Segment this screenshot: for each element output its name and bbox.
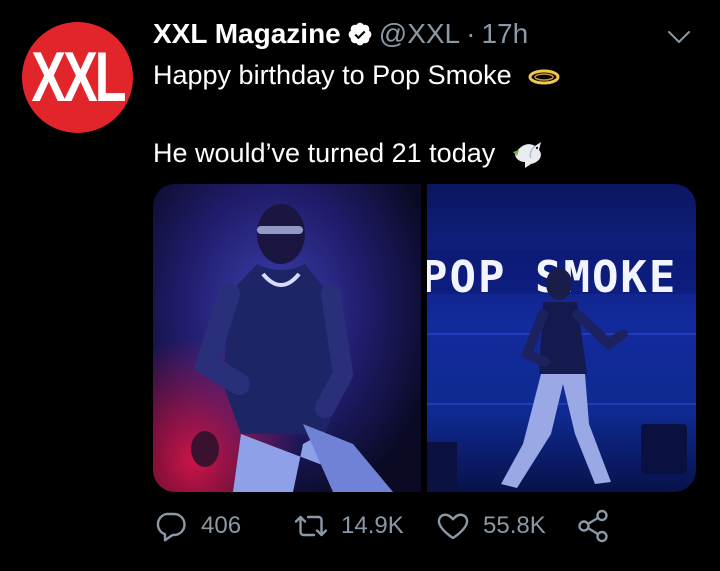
- separator-dot: ·: [466, 18, 476, 49]
- display-name[interactable]: XXL Magazine: [153, 18, 341, 50]
- tweet-text-line-2: He would’ve turned 21 today: [153, 138, 547, 172]
- media-grid[interactable]: POP SMOKE: [153, 184, 696, 492]
- reply-count: 406: [201, 512, 242, 539]
- retweet-button[interactable]: 14.9K: [293, 508, 404, 544]
- like-icon: [437, 513, 469, 540]
- timestamp[interactable]: 17h: [481, 18, 528, 50]
- reply-button[interactable]: 406: [153, 508, 241, 544]
- tweet-text: He would’ve turned 21 today: [153, 138, 496, 169]
- share-icon: [578, 509, 608, 543]
- dove-emoji-icon: [512, 142, 541, 168]
- like-button[interactable]: 55.8K: [435, 508, 546, 544]
- halo-emoji-icon: [528, 69, 560, 85]
- user-handle[interactable]: @XXL: [379, 18, 460, 50]
- retweet-icon: [294, 515, 328, 537]
- photo-performer-closeup[interactable]: [153, 184, 421, 492]
- share-button[interactable]: [575, 508, 611, 544]
- verified-badge-icon: [348, 22, 372, 46]
- photo-stage-performance[interactable]: POP SMOKE: [427, 184, 696, 492]
- avatar[interactable]: XXL: [22, 22, 133, 133]
- chevron-down-icon[interactable]: [664, 22, 694, 52]
- like-count: 55.8K: [483, 512, 546, 539]
- tweet-text-line-1: Happy birthday to Pop Smoke: [153, 60, 561, 91]
- reply-icon: [156, 512, 186, 542]
- tweet-text: Happy birthday to Pop Smoke: [153, 60, 512, 90]
- retweet-count: 14.9K: [341, 512, 404, 539]
- tweet-actions: 406 14.9K 55.8K: [153, 508, 623, 552]
- tweet-header: XXL Magazine @XXL · 17h: [153, 16, 528, 52]
- avatar-logo-text: XXL: [31, 38, 126, 117]
